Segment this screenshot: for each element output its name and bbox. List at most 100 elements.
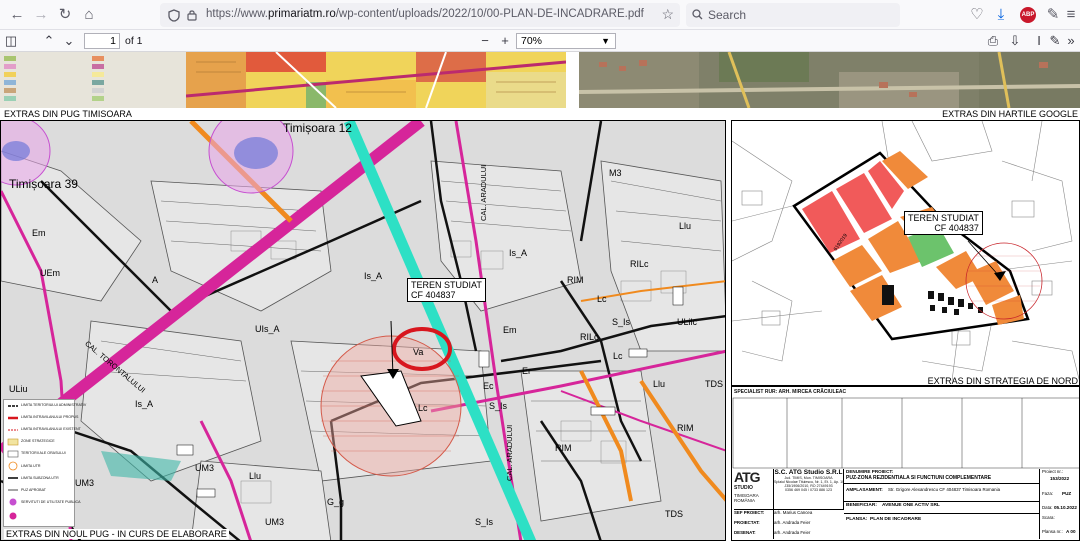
zoom-out-icon[interactable]: −	[476, 32, 494, 50]
address-bar[interactable]: https://www.primariatm.ro/wp-content/upl…	[160, 3, 680, 27]
chevron-down-icon: ▼	[601, 36, 610, 46]
company-info: S.C. ATG Studio S.R.L Jud. TIMIS, Mun. T…	[774, 469, 844, 509]
zone-label-va: Va	[413, 347, 424, 357]
page-number-input[interactable]: 1	[84, 33, 120, 49]
shield-icon[interactable]	[168, 9, 180, 22]
downloads-icon[interactable]: ⤓	[990, 5, 1012, 25]
plan-name: PLAN DE INCADRARE	[870, 517, 922, 522]
zone-label: Is_A	[509, 248, 528, 258]
date: 05.10.2022	[1054, 505, 1077, 510]
reload-icon[interactable]: ↻	[54, 5, 76, 25]
previous-page-icon[interactable]: ⌃	[40, 32, 58, 50]
place-label: Timișoara 39	[9, 177, 78, 191]
zone-label: RILc	[630, 259, 649, 269]
zone-label: Em	[503, 325, 517, 335]
zone-label: Llu	[653, 379, 666, 389]
zone-label: A	[152, 275, 159, 285]
adblock-badge[interactable]: ABP	[1020, 7, 1036, 23]
pdf-toolbar: ◫ ⌃ ⌄ 1 of 1 − + 70% ▼ ⎙ ⇩ I ✎ »	[0, 30, 1080, 52]
project-details: DENUMIRE PROIECT: PUZ-ZONA REZIDENTIALA …	[844, 469, 1039, 539]
sheet-label: Plansa nr.:	[1042, 529, 1063, 534]
section-strategy-label: EXTRAS DIN STRATEGIA DE NORD	[927, 376, 1078, 386]
signature-grid	[732, 397, 1080, 469]
plan-label: PLANSA:	[846, 517, 868, 522]
scale-label: Scara:	[1042, 515, 1055, 520]
role-label: DESENAT:	[734, 530, 756, 535]
street-label: CAL. ARADULUI	[505, 424, 514, 481]
home-icon[interactable]: ⌂	[78, 5, 100, 25]
zone-label: ULilc	[677, 317, 698, 327]
next-page-icon[interactable]: ⌄	[60, 32, 78, 50]
pocket-icon[interactable]: ♡	[966, 5, 988, 25]
zone-label: M3	[609, 168, 622, 178]
legend-item: SERVITUTI DE UTILITATE PUBLICA	[21, 500, 81, 504]
save-icon[interactable]: ⇩	[1006, 32, 1024, 50]
project-meta: Proiect nr.: 153/2022 Faza: PUZ Data: 05…	[1039, 469, 1080, 539]
zone-label: Is_A	[364, 271, 383, 281]
specialist-label: SPECIALIST RUR: ARH. MIRCEA CRĂCIULEAC	[734, 389, 847, 395]
location: Str. Grigore Alexandrescu CF 404837 Timi…	[888, 487, 1001, 492]
logo-main: ATG	[734, 469, 761, 485]
forward-icon[interactable]: →	[30, 5, 52, 25]
bookmark-star-icon[interactable]: ☆	[661, 6, 674, 23]
zone-label: Er	[522, 366, 531, 376]
section-pug-label: EXTRAS DIN PUG TIMISOARA	[4, 109, 132, 119]
project-label: DENUMIRE PROIECT:	[846, 469, 894, 474]
zone-label: Lc	[597, 294, 607, 304]
zone-label: UM3	[75, 478, 95, 488]
zone-label: Lc	[613, 351, 623, 361]
menu-icon[interactable]: ≡	[1060, 5, 1080, 25]
location-label: AMPLASAMENT:	[846, 487, 883, 492]
sheet: A 00	[1066, 529, 1076, 534]
url-text[interactable]: https://www.primariatm.ro/wp-content/upl…	[206, 8, 644, 20]
google-satellite-image	[579, 52, 1080, 108]
logo-sub: ROMÂNIA	[734, 498, 756, 503]
project-nr: 153/2022	[1050, 476, 1070, 481]
zone-label: UM3	[195, 463, 215, 473]
map-legend: LIMITA TERITORIULUI ADMINISTRATIV LIMITA…	[3, 399, 86, 527]
date-label: Data:	[1042, 505, 1053, 510]
zoom-in-icon[interactable]: +	[496, 32, 514, 50]
zone-label: S_Is	[475, 517, 494, 527]
strategy-map-drawing: 6192019	[732, 121, 1079, 382]
zone-label: G_g	[327, 497, 345, 507]
search-box[interactable]: Search	[686, 3, 900, 27]
site-callout: TEREN STUDIAT CF 404837	[407, 278, 486, 302]
zone-label: Llu	[249, 471, 262, 481]
sidebar-toggle-icon[interactable]: ◫	[2, 32, 20, 50]
zone-label: TDS	[665, 509, 683, 519]
beneficiary-label: BENEFICIAR:	[846, 503, 877, 508]
pug-legend-image	[0, 52, 186, 108]
browser-toolbar: ← → ↻ ⌂ https://www.primariatm.ro/wp-con…	[0, 0, 1080, 30]
new-pug-map-drawing	[1, 121, 725, 540]
project-nr-label: Proiect nr.:	[1042, 469, 1063, 474]
section-google-label: EXTRAS DIN HARTILE GOOGLE	[942, 109, 1078, 119]
zoom-select[interactable]: 70% ▼	[516, 33, 616, 49]
page-count: of 1	[125, 35, 143, 47]
search-icon	[692, 9, 703, 20]
new-pug-map: Timișoara 39 Timișoara 12 Em UEm A Is_A …	[0, 120, 726, 541]
legend-item: LIMITA UTR	[21, 464, 41, 468]
back-icon[interactable]: ←	[6, 5, 28, 25]
legend-item: PUZ APROBAT	[21, 488, 46, 492]
zone-label: ULiu	[9, 384, 28, 394]
company-address: 0356 469 045 / 0733 886 123	[785, 488, 832, 492]
site-callout-title: TEREN STUDIAT	[908, 213, 979, 223]
zone-label: Is_A	[135, 399, 154, 409]
lock-icon[interactable]	[187, 9, 197, 21]
person-name: arh. Andrada Feier	[774, 520, 811, 525]
zone-label: Ec	[483, 381, 494, 391]
person-name: arh. Andrada Feier	[774, 530, 811, 535]
role-label: PROIECTAT:	[734, 520, 760, 525]
search-placeholder: Search	[708, 8, 747, 22]
print-icon[interactable]: ⎙	[984, 32, 1002, 50]
strategy-map: 6192019 TEREN STUDIAT CF 404837 EXTRAS D…	[731, 120, 1080, 386]
tools-menu-icon[interactable]: »	[1062, 32, 1080, 50]
project-name: PUZ-ZONA REZIDENTIALA SI FUNCTIUNI COMPL…	[846, 475, 992, 481]
zone-label: RIM	[567, 275, 584, 285]
site-callout: TEREN STUDIAT CF 404837	[904, 211, 983, 235]
zone-label: RIM	[555, 443, 572, 453]
project-team: SEF PROIECT: arh. Marius Cancea PROIECTA…	[734, 509, 844, 541]
person-name: arh. Marius Cancea	[774, 510, 813, 515]
zone-label: RIM	[677, 423, 694, 433]
